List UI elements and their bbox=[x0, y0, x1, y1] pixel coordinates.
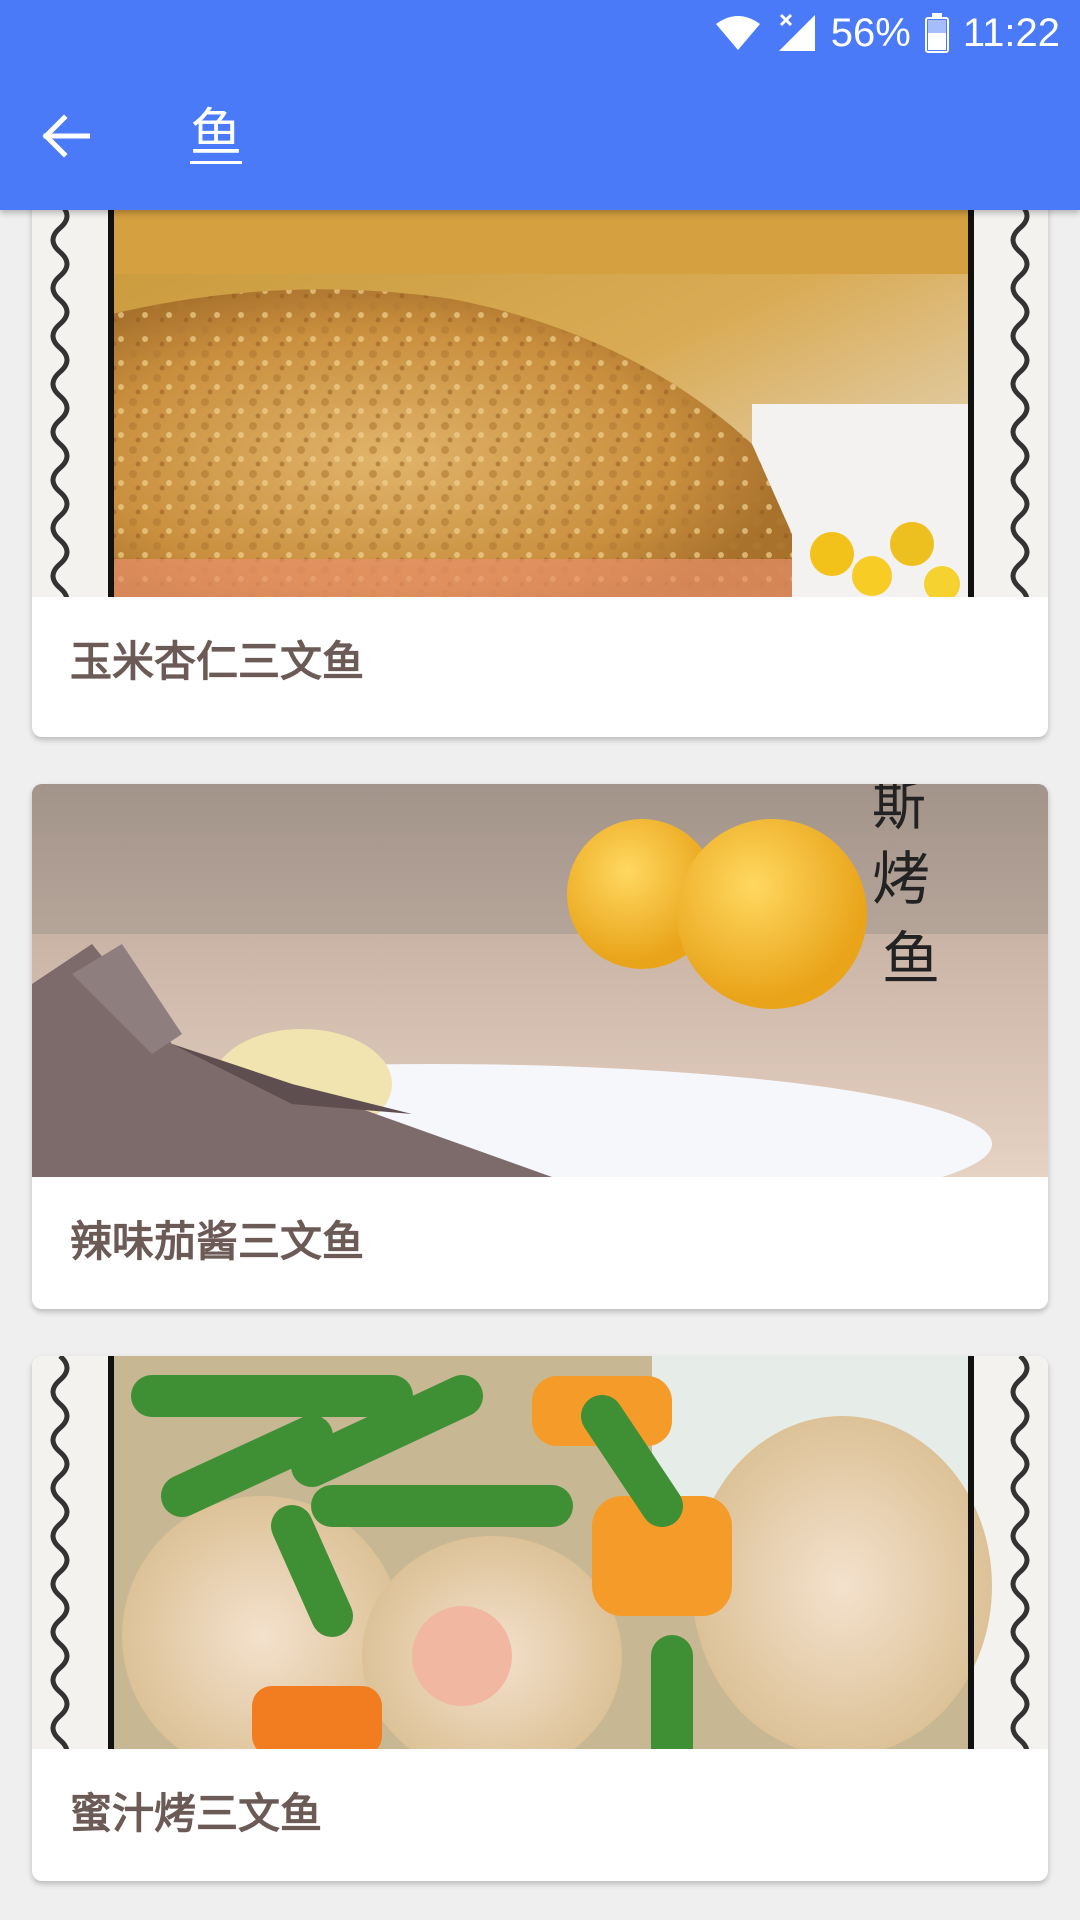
recipe-image: 斯 烤 鱼 bbox=[32, 784, 1048, 1177]
back-button[interactable] bbox=[30, 102, 102, 174]
page-title: 鱼 bbox=[190, 104, 243, 164]
recipe-title: 辣味茄酱三文鱼 bbox=[70, 1217, 365, 1266]
recipe-image bbox=[32, 1356, 1048, 1749]
recipe-list[interactable]: 玉米杏仁三文鱼 斯 烤 鱼 辣味茄酱三文鱼 蜜汁烤三文鱼 bbox=[0, 0, 1080, 1920]
arrow-back-icon bbox=[42, 114, 91, 162]
watermark-char: 斯 bbox=[872, 784, 926, 837]
wifi-icon bbox=[715, 14, 761, 52]
recipe-card[interactable]: 蜜汁烤三文鱼 bbox=[32, 1356, 1048, 1881]
status-bar: 56% 11:22 bbox=[0, 0, 1080, 66]
watermark-char: 鱼 bbox=[882, 925, 940, 993]
app-bar: 56% 11:22 鱼 bbox=[0, 0, 1080, 210]
clock: 11:22 bbox=[962, 10, 1060, 55]
recipe-title: 玉米杏仁三文鱼 bbox=[70, 637, 365, 686]
recipe-card[interactable]: 斯 烤 鱼 辣味茄酱三文鱼 bbox=[32, 784, 1048, 1309]
toolbar: 鱼 bbox=[0, 66, 1080, 210]
recipe-title: 蜜汁烤三文鱼 bbox=[70, 1789, 323, 1838]
watermark-char: 烤 bbox=[872, 845, 930, 913]
signal-icon bbox=[775, 13, 817, 53]
battery-icon bbox=[924, 13, 949, 53]
battery-percent: 56% bbox=[830, 10, 911, 55]
recipe-image bbox=[32, 204, 1048, 597]
